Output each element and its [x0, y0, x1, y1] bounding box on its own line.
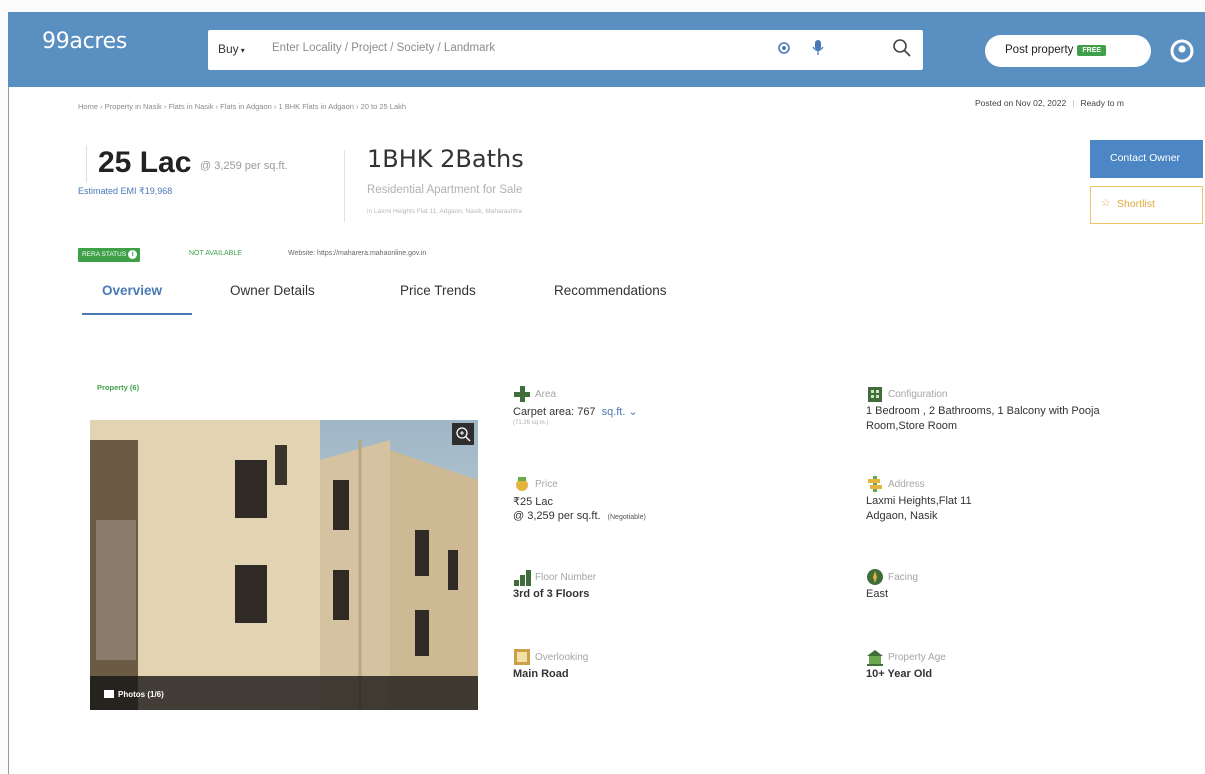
area-sqm: (71.26 sq.m.)	[513, 420, 549, 426]
tab-overview[interactable]: Overview	[102, 283, 162, 298]
price-divider	[86, 145, 92, 183]
feature-value: Main Road	[513, 668, 569, 680]
possession-status: Ready to m	[1080, 98, 1124, 108]
feature-value: Laxmi Heights,Flat 11	[866, 495, 972, 507]
negotiable-note: (Negotiable)	[607, 514, 646, 521]
feature-label: Overlooking	[535, 652, 589, 663]
image-icon	[104, 690, 114, 698]
vertical-divider	[344, 150, 345, 222]
rera-status-badge: RERA STATUS i	[78, 248, 141, 262]
floor-icon	[514, 570, 531, 586]
feature-value-secondary: Adgaon, Nasik	[866, 510, 938, 522]
search-bar[interactable]: Buy ▾ Enter Locality / Project / Society …	[208, 30, 923, 70]
shortlist-button[interactable]: ☆ Shortlist	[1090, 186, 1203, 224]
search-icon[interactable]	[892, 38, 912, 58]
feature-value: Carpet area: 767 sq.ft. ⌄	[513, 405, 638, 418]
price-amount: 25 Lac	[98, 146, 192, 179]
posted-date: Posted on Nov 02, 2022	[975, 98, 1067, 108]
feature-value-secondary: Room,Store Room	[866, 420, 958, 432]
photo-caption-bar: Photos (1/6)	[90, 676, 478, 710]
free-badge: FREE	[1077, 45, 1107, 56]
chevron-down-icon[interactable]: ⌄	[628, 406, 637, 418]
microphone-icon[interactable]	[811, 39, 825, 57]
rera-badge-label: RERA STATUS	[82, 251, 127, 258]
active-tab-indicator	[82, 313, 192, 315]
compass-icon	[867, 569, 883, 585]
price-icon	[516, 477, 528, 491]
rera-status-value: NOT AVAILABLE	[189, 250, 242, 257]
area-unit-dropdown[interactable]: sq.ft.	[602, 406, 626, 418]
feature-value: 3rd of 3 Floors	[513, 588, 590, 600]
rera-website-link[interactable]: Website: https://maharera.mahaonline.gov…	[288, 250, 426, 257]
property-photo[interactable]: Photos (1/6)	[90, 420, 478, 710]
post-property-label: Post property	[1005, 44, 1074, 56]
estimated-emi-link[interactable]: Estimated EMI ₹19,968	[78, 186, 172, 197]
feature-value: ₹25 Lac	[513, 496, 554, 508]
feature-area: Area Carpet area: 767 sq.ft. ⌄ (71.26 sq.m…	[513, 385, 813, 445]
tab-owner-details[interactable]: Owner Details	[230, 283, 315, 298]
property-address: in Laxmi Heights Flat 11, Adgaon, Nasik,…	[367, 208, 522, 215]
breadcrumb[interactable]: Home › Property in Nasik › Flats in Nasi…	[78, 102, 406, 111]
price-per-sqft-value: @ 3,259 per sq.ft.	[513, 510, 601, 522]
address-icon	[868, 476, 882, 492]
post-property-button[interactable]: Post property FREE	[985, 35, 1151, 67]
photos-count[interactable]: Photos (1/6)	[118, 690, 164, 699]
feature-label: Address	[888, 479, 925, 490]
buy-label: Buy	[218, 42, 239, 56]
area-icon	[514, 386, 530, 402]
shortlist-label: Shortlist	[1117, 198, 1155, 210]
feature-label: Facing	[888, 572, 919, 583]
zoom-icon[interactable]	[452, 423, 474, 445]
feature-value: 1 Bedroom , 2 Bathrooms, 1 Balcony with …	[866, 405, 1100, 417]
info-icon[interactable]: i	[128, 250, 138, 259]
chevron-down-icon: ▾	[240, 46, 245, 55]
feature-label: Configuration	[888, 389, 948, 400]
carpet-area-value: Carpet area: 767	[513, 406, 596, 418]
price-per-sqft: @ 3,259 per sq.ft.	[200, 160, 288, 172]
tab-recommendations[interactable]: Recommendations	[554, 283, 667, 298]
building-image	[90, 420, 478, 710]
user-account-icon[interactable]	[1170, 39, 1194, 63]
property-photos-label: Property (6)	[97, 383, 140, 392]
feature-value: East	[866, 588, 889, 600]
search-input[interactable]: Enter Locality / Project / Society / Lan…	[272, 42, 712, 54]
feature-configuration: Configuration 1 Bedroom , 2 Bathrooms, 1…	[866, 385, 1201, 445]
feature-label: Area	[535, 389, 557, 400]
feature-facing: Facing East	[866, 568, 1201, 618]
feature-floor: Floor Number 3rd of 3 Floors	[513, 568, 813, 618]
feature-value: 10+ Year Old	[866, 668, 933, 680]
feature-property-age: Property Age 10+ Year Old	[866, 648, 1201, 698]
configuration-icon	[868, 387, 882, 402]
posted-info: Posted on Nov 02, 2022 | Ready to m	[975, 98, 1203, 108]
feature-value-secondary: @ 3,259 per sq.ft. (Negotiable)	[513, 510, 646, 522]
contact-owner-button[interactable]: Contact Owner	[1090, 140, 1203, 178]
feature-address: Address Laxmi Heights,Flat 11 Adgaon, Na…	[866, 475, 1201, 535]
building-icon	[867, 650, 883, 666]
top-navbar: 99acres Buy ▾ Enter Locality / Project / …	[8, 12, 1205, 87]
feature-label: Price	[535, 479, 558, 490]
divider: |	[1072, 98, 1075, 108]
site-logo[interactable]: 99acres	[42, 29, 127, 54]
feature-label: Floor Number	[535, 572, 597, 583]
property-title: 1BHK 2Baths	[367, 145, 524, 173]
feature-overlooking: Overlooking Main Road	[513, 648, 813, 698]
tab-price-trends[interactable]: Price Trends	[400, 283, 476, 298]
star-icon: ☆	[1101, 197, 1111, 209]
buy-dropdown[interactable]: Buy ▾	[218, 42, 245, 56]
feature-price: Price ₹25 Lac @ 3,259 per sq.ft. (Negoti…	[513, 475, 813, 535]
feature-label: Property Age	[888, 652, 946, 663]
location-icon[interactable]	[776, 40, 792, 56]
overlooking-icon	[514, 649, 530, 665]
property-subtitle: Residential Apartment for Sale	[367, 184, 523, 196]
